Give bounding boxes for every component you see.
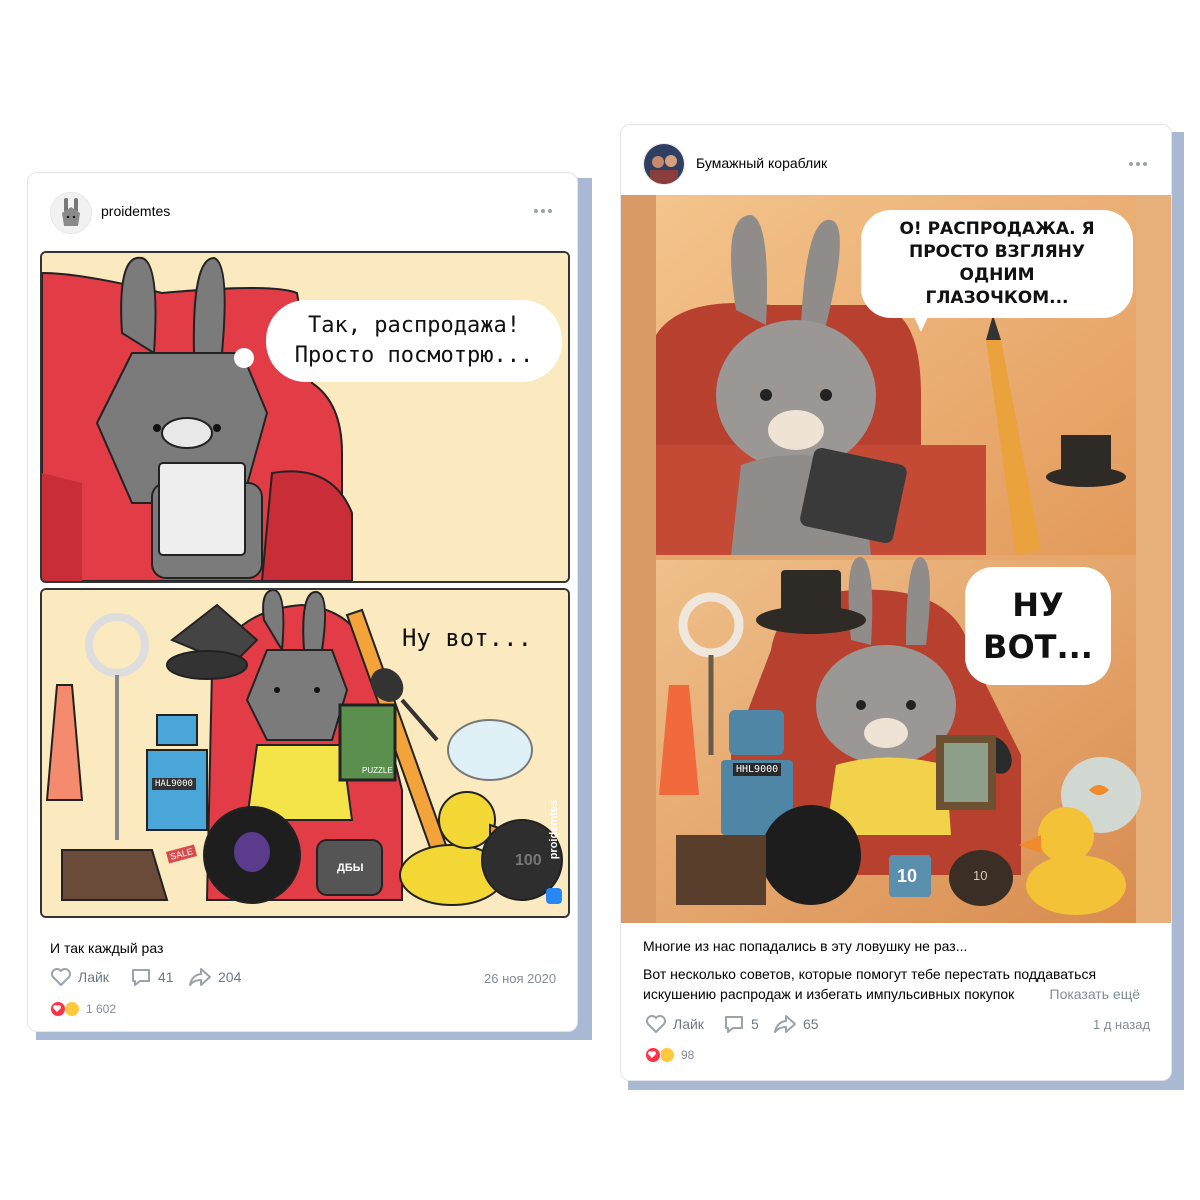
right-post-reactions[interactable]: 98 bbox=[645, 1047, 694, 1063]
left-post-date[interactable]: 26 ноя 2020 bbox=[484, 971, 556, 986]
laugh-reaction-icon bbox=[64, 1001, 80, 1017]
comments-count: 41 bbox=[158, 969, 174, 985]
like-label: Лайк bbox=[78, 969, 109, 985]
robot-label: HAL9000 bbox=[152, 778, 196, 790]
kettlebell-label: 100 bbox=[515, 852, 542, 869]
heart-icon bbox=[51, 968, 71, 986]
left-comic-panel-1[interactable]: Так, распродажа! Просто посмотрю... bbox=[40, 251, 570, 583]
right-author-avatar[interactable] bbox=[643, 143, 685, 185]
block-label: 10 bbox=[897, 866, 918, 886]
comment-button[interactable]: 41 bbox=[130, 965, 174, 989]
share-icon bbox=[189, 968, 211, 986]
laugh-reaction-icon bbox=[659, 1047, 675, 1063]
right-post-date[interactable]: 1 д назад bbox=[1093, 1017, 1150, 1032]
watermark-text: proidemtes bbox=[548, 800, 560, 860]
share-button[interactable]: 65 bbox=[773, 1012, 819, 1036]
right-comic-image[interactable]: О! РАСПРОДАЖА. Я ПРОСТО ВЗГЛЯНУ ОДНИМ ГЛ… bbox=[621, 195, 1171, 923]
vk-icon bbox=[546, 888, 562, 904]
right-author-name[interactable]: Бумажный кораблик bbox=[696, 155, 827, 171]
speech-tail bbox=[911, 310, 931, 332]
paper-boat-avatar-icon bbox=[644, 144, 684, 184]
left-post-reactions[interactable]: 1 602 bbox=[50, 1001, 116, 1017]
left-author-avatar[interactable] bbox=[50, 192, 92, 234]
comments-count: 5 bbox=[751, 1016, 759, 1032]
comment-button[interactable]: 5 bbox=[723, 1012, 759, 1036]
heart-reaction-icon bbox=[50, 1001, 66, 1017]
puzzle-label: PUZZLE bbox=[362, 766, 393, 775]
left-comic-panel-2[interactable]: Ну вот... HAL9000 PUZZLE SALE ДБЫ 100 pr… bbox=[40, 588, 570, 918]
right-post-actions: Лайк 5 65 bbox=[645, 1012, 1155, 1036]
share-button[interactable]: 204 bbox=[188, 965, 241, 989]
left-author-name[interactable]: proidemtes bbox=[101, 203, 170, 219]
comment-icon bbox=[132, 969, 150, 986]
comment-icon bbox=[725, 1016, 743, 1033]
right-post-card: Бумажный кораблик О! РАСПРОДАЖА. Я ПРОСТ… bbox=[620, 124, 1172, 1081]
heart-reaction-icon bbox=[645, 1047, 661, 1063]
heart-icon bbox=[646, 1015, 666, 1033]
reactions-count: 1 602 bbox=[86, 1002, 117, 1016]
more-icon[interactable] bbox=[534, 206, 554, 216]
left-panel2-speech: Ну вот... bbox=[401, 624, 533, 652]
right-post-header: Бумажный кораблик bbox=[621, 125, 1171, 195]
show-more-link[interactable]: Показать ещё bbox=[1029, 984, 1140, 1004]
right-post-caption-text: Вот несколько советов, которые помогут т… bbox=[643, 966, 1097, 1002]
shares-count: 204 bbox=[218, 969, 242, 985]
weight-label: 10 bbox=[973, 868, 988, 883]
left-panel1-speech-bubble: Так, распродажа! Просто посмотрю... bbox=[266, 300, 562, 382]
right-panel2-speech-bubble: НУ ВОТ... bbox=[965, 567, 1111, 685]
left-post-caption: И так каждый раз bbox=[50, 940, 164, 956]
more-icon[interactable] bbox=[1129, 159, 1149, 169]
left-post-card: proidemtes Так, распродажа! Просто посмо… bbox=[27, 172, 578, 1032]
right-post-caption-line1: Многие из нас попадались в эту ловушку н… bbox=[643, 938, 968, 954]
right-post-caption-line2: Вот несколько советов, которые помогут т… bbox=[643, 964, 1148, 1004]
left-post-header: proidemtes bbox=[28, 173, 577, 243]
barrel-label: ДБЫ bbox=[337, 862, 364, 874]
shares-count: 65 bbox=[803, 1016, 819, 1032]
like-button[interactable]: Лайк bbox=[50, 965, 109, 989]
robot-label: HHL9000 bbox=[733, 763, 782, 776]
right-panel1-speech-bubble: О! РАСПРОДАЖА. Я ПРОСТО ВЗГЛЯНУ ОДНИМ ГЛ… bbox=[861, 210, 1133, 318]
like-label: Лайк bbox=[673, 1016, 704, 1032]
speech-tail bbox=[234, 348, 254, 368]
share-icon bbox=[774, 1015, 796, 1033]
like-button[interactable]: Лайк bbox=[645, 1012, 704, 1036]
reactions-count: 98 bbox=[681, 1048, 695, 1062]
bunny-avatar-icon bbox=[51, 193, 91, 233]
